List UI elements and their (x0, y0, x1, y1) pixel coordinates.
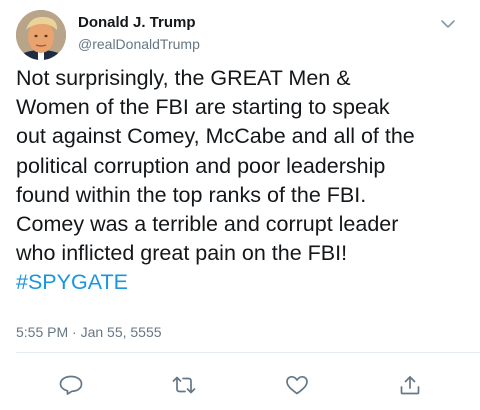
tweet-text-line: found within the top ranks of the FBI. (16, 182, 367, 207)
tweet-text: Not surprisingly, the GREAT Men & Women … (16, 64, 466, 298)
comment-icon (59, 375, 83, 395)
tweet-text-line: who inflicted great pain on the FBI! (16, 241, 348, 266)
tweet-text-line: Not surprisingly, the GREAT Men & (16, 66, 351, 90)
tweet-card: Donald J. Trump @realDonaldTrump Not sur… (0, 0, 480, 410)
tweet-text-line: out against Comey, McCabe and all of the (16, 124, 415, 149)
divider (16, 352, 480, 353)
reply-button[interactable] (58, 374, 84, 396)
heart-icon (286, 375, 308, 395)
author-display-name[interactable]: Donald J. Trump (78, 14, 196, 31)
like-button[interactable] (284, 374, 310, 396)
avatar-photo (16, 10, 66, 60)
avatar[interactable] (16, 10, 66, 60)
share-button[interactable] (397, 374, 423, 396)
author-handle[interactable]: @realDonaldTrump (78, 36, 200, 52)
retweet-button[interactable] (171, 374, 197, 396)
retweet-icon (172, 376, 196, 394)
tweet-text-line: Women of the FBI are starting to speak (16, 95, 390, 120)
tweet-text-line: political corruption and poor leadership (16, 153, 386, 178)
share-icon (400, 376, 420, 395)
chevron-down-icon[interactable] (438, 14, 458, 34)
tweet-timestamp[interactable]: 5:55 PM · Jan 55, 5555 (16, 324, 162, 340)
hashtag-link[interactable]: #SPYGATE (16, 268, 466, 297)
tweet-text-line: Comey was a terrible and corrupt leader (16, 212, 399, 237)
